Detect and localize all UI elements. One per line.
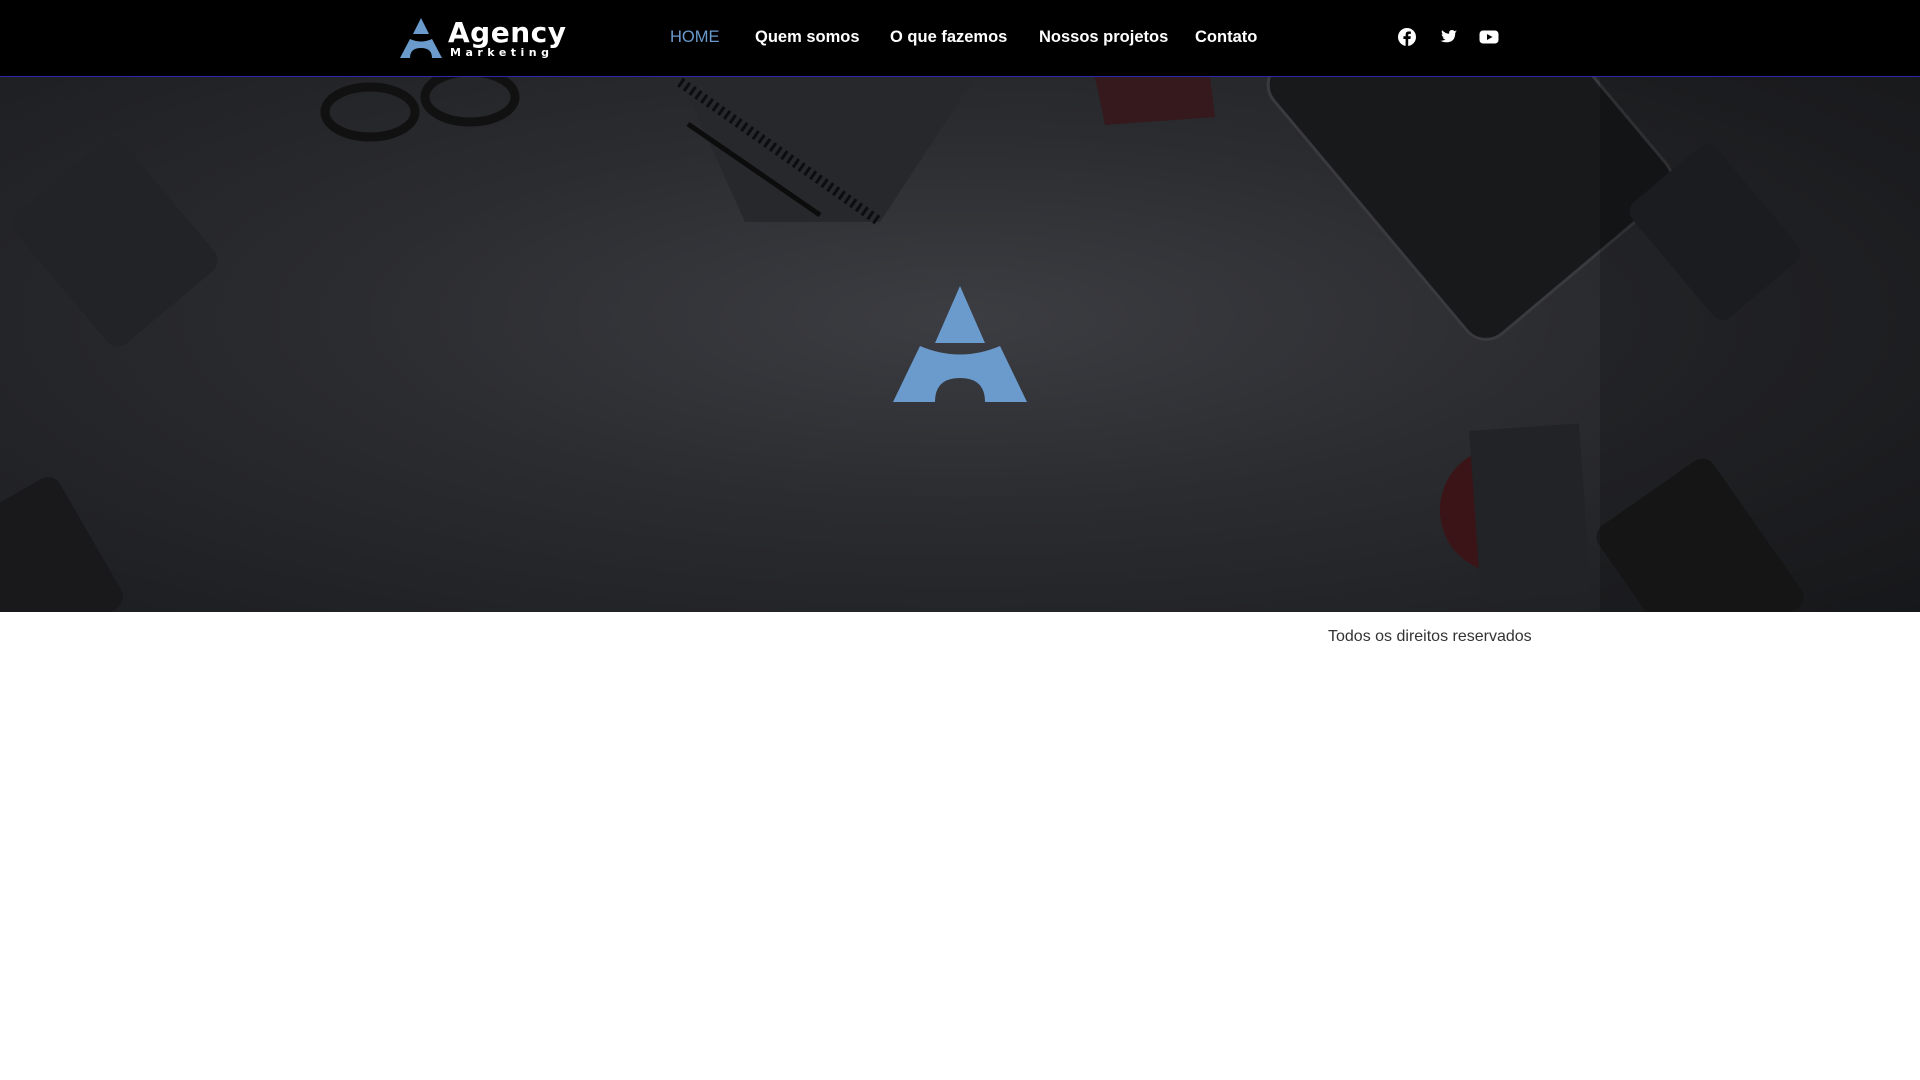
footer-copyright: Todos os direitos reservados bbox=[1328, 628, 1532, 645]
nav-item-nossos-projetos[interactable]: Nossos projetos bbox=[1039, 26, 1168, 48]
hero-banner bbox=[0, 77, 1920, 612]
twitter-icon[interactable] bbox=[1436, 25, 1460, 49]
nav-item-o-que-fazemos[interactable]: O que fazemos bbox=[890, 26, 1007, 48]
brand-tagline: Marketing bbox=[450, 46, 554, 59]
agency-a-logo-icon bbox=[893, 286, 1027, 402]
youtube-icon[interactable] bbox=[1477, 25, 1501, 49]
nav-item-contato[interactable]: Contato bbox=[1195, 26, 1257, 48]
agency-a-logo-icon bbox=[400, 18, 442, 58]
nav-item-home[interactable]: HOME bbox=[670, 26, 720, 48]
facebook-icon[interactable] bbox=[1395, 25, 1419, 49]
brand-name: Agency bbox=[448, 16, 567, 49]
hero-right-shade bbox=[1600, 77, 1920, 612]
nav-item-quem-somos[interactable]: Quem somos bbox=[755, 26, 860, 48]
top-navbar: Agency Marketing HOME Quem somos O que f… bbox=[0, 0, 1920, 77]
